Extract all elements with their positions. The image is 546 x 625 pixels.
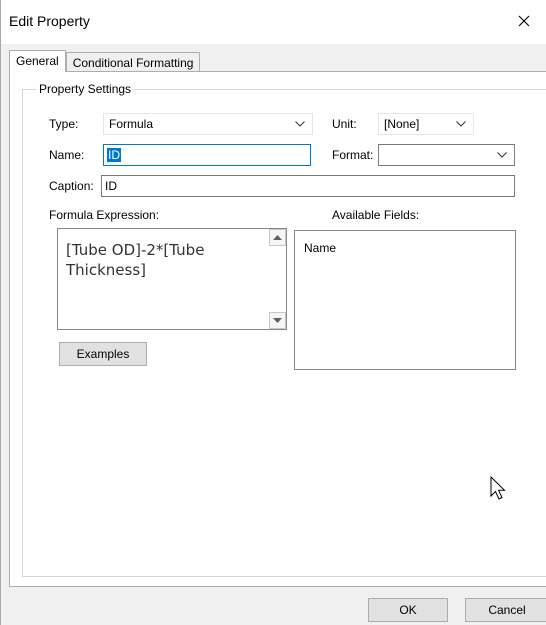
chevron-down-icon [455,114,467,134]
title-bar[interactable]: Edit Property [1,0,546,44]
unit-dropdown[interactable]: [None] [378,113,474,135]
name-input[interactable]: ID [103,144,311,166]
ok-button[interactable]: OK [368,598,448,622]
type-label: Type: [49,117,79,131]
chevron-down-icon [496,145,508,165]
format-dropdown[interactable] [378,144,515,166]
name-label: Name: [49,148,85,162]
unit-label: Unit: [332,117,357,131]
type-dropdown[interactable]: Formula [103,113,313,135]
list-item[interactable]: Name [304,241,336,255]
available-fields-list[interactable]: Name [294,230,516,370]
caption-label: Caption: [49,179,94,193]
property-settings-label: Property Settings [36,81,135,97]
unit-value: [None] [384,117,420,131]
tab-conditional-formatting[interactable]: Conditional Formatting [65,52,201,72]
caption-input[interactable]: ID [101,175,515,197]
mouse-pointer-icon [490,475,510,502]
formula-scrollbar[interactable] [269,229,286,329]
scroll-up-arrow-icon[interactable] [269,229,286,246]
type-value: Formula [109,117,154,131]
tab-general[interactable]: General [9,50,66,72]
cancel-button[interactable]: Cancel [465,598,546,622]
edit-property-dialog: Edit Property General Conditional Format… [0,0,546,625]
format-label: Format: [332,148,374,162]
formula-expression-textarea[interactable]: [Tube OD]-2*[Tube Thickness] [57,228,287,330]
tab-strip: General Conditional Formatting [9,50,201,72]
scroll-down-arrow-icon[interactable] [269,312,286,329]
close-icon [518,15,530,30]
formula-expression-value: [Tube OD]-2*[Tube Thickness] [66,241,205,279]
chevron-down-icon [294,114,306,134]
dialog-title: Edit Property [9,13,90,29]
formula-expression-label: Formula Expression: [49,208,160,222]
name-value: ID [107,148,121,162]
available-fields-label: Available Fields: [332,208,420,222]
close-button[interactable] [502,0,546,44]
caption-value: ID [105,179,117,193]
examples-button[interactable]: Examples [59,342,147,366]
